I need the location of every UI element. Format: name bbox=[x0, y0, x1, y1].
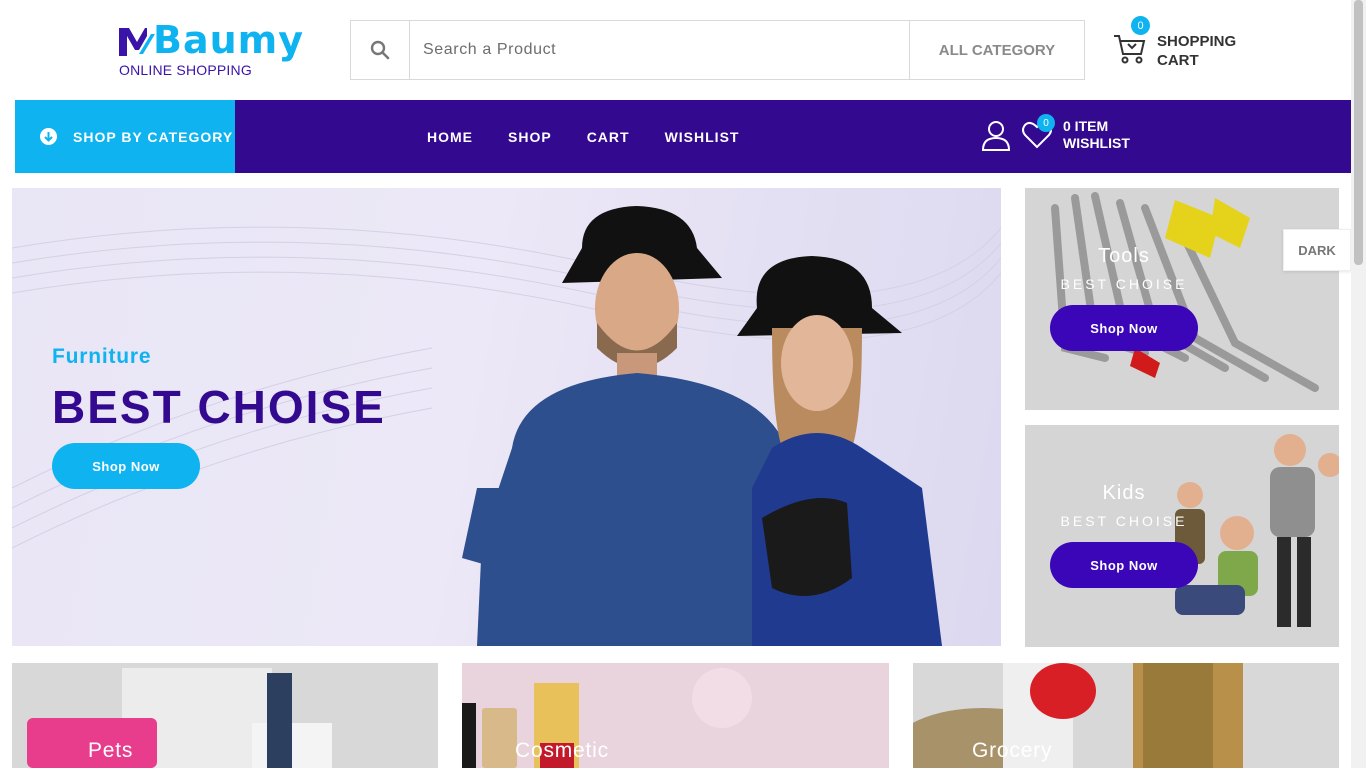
wishlist-label-line1: 0 ITEM bbox=[1063, 118, 1109, 134]
dark-mode-toggle[interactable]: DARK bbox=[1283, 229, 1351, 271]
nav-link-shop[interactable]: SHOP bbox=[508, 129, 552, 145]
shop-by-category-label: SHOP BY CATEGORY bbox=[73, 128, 234, 145]
wishlist-count-badge: 0 bbox=[1037, 114, 1055, 132]
logo-subtitle: ONLINE SHOPPING bbox=[119, 62, 252, 78]
cart-label-line2: CART bbox=[1157, 52, 1199, 69]
hero-subtitle: Furniture bbox=[52, 345, 152, 368]
cart-label: SHOPPING CART bbox=[1157, 32, 1257, 70]
category-tile-cosmetic-label: Cosmetic bbox=[515, 739, 609, 762]
hero-banner: Furniture BEST CHOISE Shop Now bbox=[12, 188, 1001, 646]
kids-banner-subtitle: BEST CHOISE bbox=[1060, 513, 1188, 529]
kids-banner-title: Kids bbox=[1102, 482, 1146, 504]
shopping-cart[interactable]: 0 SHOPPING CART bbox=[1113, 16, 1253, 72]
arrow-down-circle-icon bbox=[40, 128, 57, 145]
shop-by-category-button[interactable]: SHOP BY CATEGORY bbox=[15, 100, 235, 173]
hero-title: BEST CHOISE bbox=[52, 381, 386, 433]
page-scrollbar[interactable] bbox=[1351, 0, 1366, 768]
tools-banner-subtitle: BEST CHOISE bbox=[1060, 276, 1188, 292]
scrollbar-thumb[interactable] bbox=[1354, 0, 1363, 265]
logo-text: Baumy bbox=[153, 18, 305, 62]
kids-shop-now-button[interactable]: Shop Now bbox=[1050, 542, 1198, 588]
search-icon bbox=[370, 40, 390, 60]
tools-banner: Tools BEST CHOISE Shop Now bbox=[1025, 188, 1339, 410]
category-tile-pets[interactable]: Pets bbox=[12, 663, 438, 768]
tools-shop-now-button[interactable]: Shop Now bbox=[1050, 305, 1198, 351]
user-account-icon[interactable] bbox=[981, 120, 1011, 152]
cart-label-line1: SHOPPING bbox=[1157, 33, 1237, 50]
cart-icon bbox=[1114, 35, 1146, 64]
kids-image bbox=[1175, 434, 1339, 627]
logo-mark-icon bbox=[119, 28, 155, 56]
tools-banner-title: Tools bbox=[1098, 245, 1150, 267]
cart-count-badge: 0 bbox=[1131, 16, 1150, 35]
nav-link-home[interactable]: HOME bbox=[427, 129, 473, 145]
search-bar: ALL CATEGORY bbox=[350, 20, 1085, 80]
nav-link-wishlist[interactable]: WISHLIST bbox=[665, 129, 740, 145]
hero-models-image bbox=[462, 206, 942, 646]
hero-shop-now-button[interactable]: Shop Now bbox=[52, 443, 200, 489]
category-tile-grocery-label: Grocery bbox=[972, 739, 1053, 762]
category-tile-pets-label: Pets bbox=[88, 739, 134, 762]
site-header: Baumy ONLINE SHOPPING ALL CATEGORY 0 SHO… bbox=[0, 0, 1351, 100]
wishlist-label[interactable]: 0 ITEM WISHLIST bbox=[1063, 118, 1130, 152]
pet-food-image bbox=[27, 668, 332, 768]
kids-banner: Kids BEST CHOISE Shop Now bbox=[1025, 425, 1339, 647]
hex-keys-image bbox=[1051, 192, 1319, 392]
category-tile-cosmetic[interactable]: Cosmetic bbox=[462, 663, 889, 768]
nav-links: HOME SHOP CART WISHLIST bbox=[427, 100, 774, 173]
search-input[interactable] bbox=[411, 21, 909, 79]
main-navbar: SHOP BY CATEGORY HOME SHOP CART WISHLIST… bbox=[15, 100, 1351, 173]
category-select[interactable]: ALL CATEGORY bbox=[909, 21, 1084, 79]
logo[interactable]: Baumy ONLINE SHOPPING bbox=[117, 18, 317, 82]
wishlist-label-line2: WISHLIST bbox=[1063, 135, 1130, 151]
nav-link-cart[interactable]: CART bbox=[587, 129, 630, 145]
category-tile-grocery[interactable]: Grocery bbox=[913, 663, 1339, 768]
search-button[interactable] bbox=[351, 21, 410, 79]
